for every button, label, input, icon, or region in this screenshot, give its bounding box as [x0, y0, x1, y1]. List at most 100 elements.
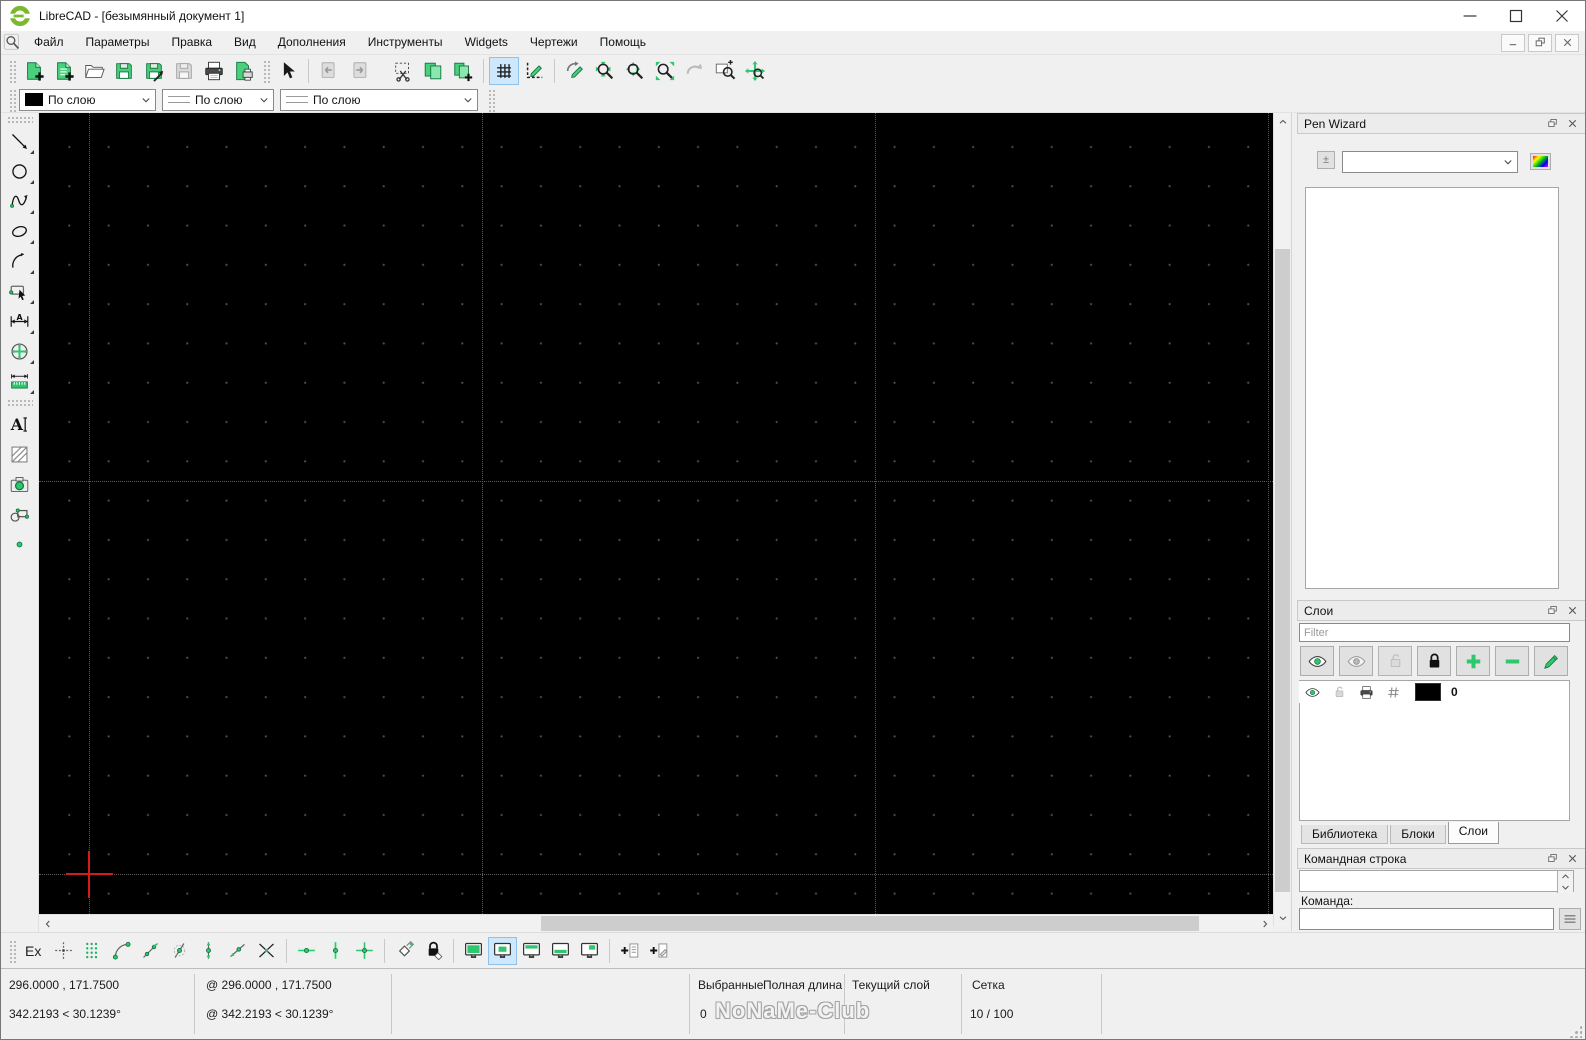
scroll-right-icon[interactable] [1256, 915, 1273, 932]
window-maximize-button[interactable] [1493, 1, 1539, 31]
snap-endpoints-button[interactable] [107, 937, 136, 965]
save-as-button[interactable] [139, 57, 169, 85]
pen-color-combo[interactable]: По слою [19, 88, 156, 111]
zoom-previous-button[interactable] [680, 57, 710, 85]
open-file-button[interactable] [79, 57, 109, 85]
pen-wizard-combo[interactable] [1342, 151, 1518, 173]
print-preview-button[interactable] [229, 57, 259, 85]
dock-left-button[interactable] [459, 937, 488, 965]
menu-item-7[interactable]: Чертежи [519, 31, 589, 54]
circle-tool-button[interactable] [4, 156, 36, 186]
snap-middle-button[interactable] [194, 937, 223, 965]
lock-all-layers-button[interactable] [1417, 646, 1451, 676]
dock-tab-1[interactable]: Блоки [1390, 825, 1446, 844]
zoom-out-button[interactable] [620, 57, 650, 85]
toolbar-drag-handle[interactable] [8, 87, 16, 112]
float-panel-icon[interactable] [1546, 117, 1559, 130]
snap-center-button[interactable] [165, 937, 194, 965]
measure-tool-button[interactable] [4, 366, 36, 396]
menu-search-icon[interactable] [3, 33, 23, 53]
block-tool-button[interactable] [4, 499, 36, 529]
hide-all-layers-button[interactable] [1339, 646, 1373, 676]
paste-button[interactable] [448, 57, 478, 85]
dock-top-button[interactable] [517, 937, 546, 965]
mdi-minimize-button[interactable] [1501, 33, 1525, 52]
draft-mode-button[interactable] [519, 57, 549, 85]
window-close-button[interactable] [1539, 1, 1585, 31]
dock-right-button[interactable] [488, 936, 518, 965]
new-from-template-button[interactable] [49, 57, 79, 85]
menu-item-4[interactable]: Дополнения [267, 31, 357, 54]
command-history-combo[interactable] [1299, 870, 1574, 893]
dimension-tool-button[interactable]: A [4, 306, 36, 336]
spin-up-icon[interactable] [1558, 871, 1573, 882]
grid-toggle-button[interactable] [489, 57, 519, 85]
unlock-all-layers-button[interactable] [1378, 646, 1412, 676]
scroll-left-icon[interactable] [39, 915, 56, 932]
toolbar-drag-handle[interactable] [6, 116, 33, 123]
menu-item-6[interactable]: Widgets [454, 31, 519, 54]
show-all-layers-button[interactable] [1300, 646, 1334, 676]
set-relative-zero-button[interactable] [390, 937, 419, 965]
select-pointer-button[interactable] [273, 57, 303, 85]
lock-relative-zero-button[interactable] [419, 937, 448, 965]
vertical-scrollbar[interactable] [1273, 113, 1290, 926]
snap-grid-button[interactable] [78, 937, 107, 965]
arc-tool-button[interactable] [4, 246, 36, 276]
ellipse-tool-button[interactable] [4, 216, 36, 246]
hatch-tool-button[interactable] [4, 439, 36, 469]
dock-bottom-button[interactable] [546, 937, 575, 965]
restrict-orthogonal-button[interactable] [350, 937, 379, 965]
redraw-button[interactable] [560, 57, 590, 85]
drawing-canvas[interactable] [39, 113, 1273, 914]
command-options-button[interactable] [1559, 908, 1581, 930]
toolbar-drag-handle[interactable] [262, 59, 270, 83]
image-tool-button[interactable] [4, 469, 36, 499]
dock-tab-2[interactable]: Слои [1447, 822, 1499, 844]
restrict-horizontal-button[interactable] [292, 937, 321, 965]
zoom-window-button[interactable] [710, 57, 740, 85]
float-panel-icon[interactable] [1546, 852, 1559, 865]
snap-free-button[interactable] [49, 937, 78, 965]
menu-assigner-button[interactable] [615, 937, 644, 965]
redo-button[interactable] [344, 57, 374, 85]
remove-layer-button[interactable] [1495, 646, 1529, 676]
mdi-restore-button[interactable] [1528, 33, 1552, 52]
mdi-close-button[interactable] [1555, 33, 1579, 52]
layer-visible-icon[interactable] [1299, 685, 1326, 700]
edit-layer-button[interactable] [1534, 646, 1568, 676]
menu-creator-button[interactable] [644, 937, 673, 965]
zoom-auto-button[interactable] [650, 57, 680, 85]
zoom-in-button[interactable] [590, 57, 620, 85]
spline-tool-button[interactable] [4, 186, 36, 216]
point-tool-button[interactable] [4, 529, 36, 559]
exclusive-snap-label[interactable]: Ex [25, 943, 41, 959]
menu-item-1[interactable]: Параметры [75, 31, 161, 54]
menu-item-2[interactable]: Правка [160, 31, 223, 54]
pen-width-combo[interactable]: По слою [162, 88, 274, 111]
close-panel-icon[interactable] [1566, 604, 1579, 617]
toolbar-drag-handle[interactable] [8, 938, 16, 963]
pen-linetype-combo[interactable]: По слою [280, 88, 478, 111]
toolbar-drag-handle[interactable] [6, 399, 33, 406]
save-all-button[interactable] [169, 57, 199, 85]
menu-item-5[interactable]: Инструменты [357, 31, 454, 54]
snap-on-entity-button[interactable] [136, 937, 165, 965]
snap-intersection-button[interactable] [252, 937, 281, 965]
layer-row[interactable]: 0 [1299, 681, 1568, 703]
undo-button[interactable] [314, 57, 344, 85]
text-tool-button[interactable]: A [4, 409, 36, 439]
float-panel-icon[interactable] [1546, 604, 1559, 617]
line-tool-button[interactable] [4, 126, 36, 156]
scroll-up-icon[interactable] [1274, 113, 1291, 130]
layer-color-swatch[interactable] [1415, 683, 1441, 701]
close-panel-icon[interactable] [1566, 117, 1579, 130]
vertical-scrollbar-thumb[interactable] [1275, 249, 1290, 892]
modify-tool-button[interactable] [4, 336, 36, 366]
horizontal-scrollbar-thumb[interactable] [541, 916, 1199, 931]
window-minimize-button[interactable] [1447, 1, 1493, 31]
menu-item-0[interactable]: Файл [23, 31, 75, 54]
snap-distance-button[interactable] [223, 937, 252, 965]
horizontal-scrollbar[interactable] [39, 914, 1273, 932]
color-picker-button[interactable] [1530, 153, 1551, 170]
